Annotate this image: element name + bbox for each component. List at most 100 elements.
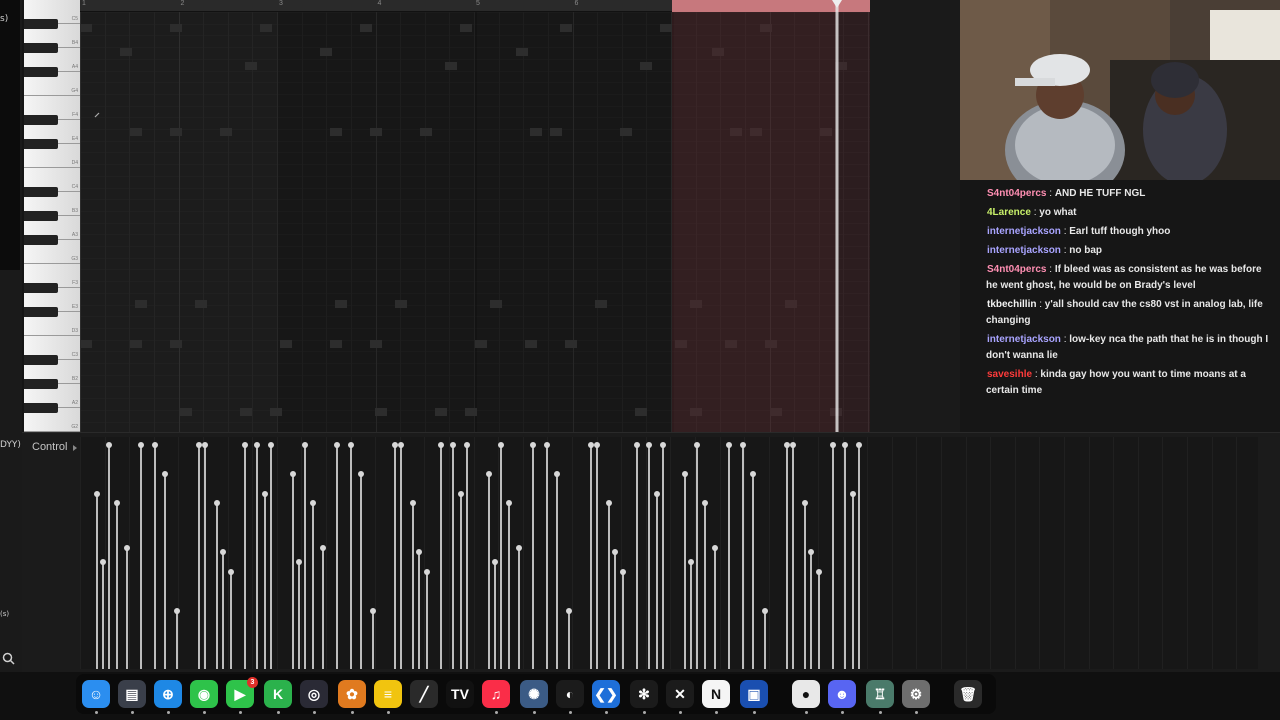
velocity-stem[interactable] — [162, 471, 168, 669]
velocity-stem[interactable] — [842, 441, 848, 669]
velocity-stem[interactable] — [100, 559, 106, 669]
velocity-stem[interactable] — [784, 441, 790, 669]
velocity-stem[interactable] — [554, 471, 560, 669]
black-key[interactable] — [24, 355, 58, 365]
velocity-stem[interactable] — [486, 471, 492, 669]
black-key[interactable] — [24, 187, 58, 197]
velocity-lane[interactable] — [80, 437, 1258, 669]
velocity-stem[interactable] — [262, 490, 268, 669]
chat-username[interactable]: S4nt04percs — [987, 188, 1046, 199]
midi-note[interactable] — [220, 128, 232, 136]
velocity-stem[interactable] — [688, 559, 694, 669]
velocity-stem[interactable] — [392, 441, 398, 669]
black-key[interactable] — [24, 211, 58, 221]
midi-note[interactable] — [240, 408, 252, 416]
midi-note[interactable] — [170, 340, 182, 348]
velocity-stem[interactable] — [348, 441, 354, 669]
velocity-stem[interactable] — [726, 441, 732, 669]
velocity-stem[interactable] — [124, 544, 130, 669]
velocity-stem[interactable] — [620, 569, 626, 669]
midi-note[interactable] — [320, 48, 332, 56]
velocity-stem[interactable] — [138, 441, 144, 669]
black-key[interactable] — [24, 115, 58, 125]
obs-icon[interactable]: ◎ — [300, 680, 328, 708]
music-icon[interactable]: ♫ — [482, 680, 510, 708]
chat-username[interactable]: internetjackson — [987, 334, 1061, 345]
pen-icon[interactable]: ╱ — [410, 680, 438, 708]
midi-note[interactable] — [335, 300, 347, 308]
midi-note[interactable] — [435, 408, 447, 416]
midi-note[interactable] — [180, 408, 192, 416]
velocity-stem[interactable] — [682, 471, 688, 669]
velocity-stem[interactable] — [320, 544, 326, 669]
black-key[interactable] — [24, 139, 58, 149]
black-key[interactable] — [24, 379, 58, 389]
midi-note[interactable] — [640, 62, 652, 70]
playhead[interactable] — [835, 0, 839, 432]
files-icon[interactable]: ▤ — [118, 680, 146, 708]
velocity-stem[interactable] — [458, 490, 464, 669]
velocity-stem[interactable] — [594, 441, 600, 669]
chat-username[interactable]: tkbechillin — [987, 299, 1036, 310]
velocity-stem[interactable] — [816, 569, 822, 669]
velocity-stem[interactable] — [228, 569, 234, 669]
midi-note[interactable] — [635, 408, 647, 416]
midi-note[interactable] — [170, 128, 182, 136]
velocity-stem[interactable] — [660, 441, 666, 669]
velocity-stem[interactable] — [290, 471, 296, 669]
midi-note[interactable] — [490, 300, 502, 308]
midi-note[interactable] — [170, 24, 182, 32]
midi-note[interactable] — [420, 128, 432, 136]
midi-note[interactable] — [595, 300, 607, 308]
chrome-icon[interactable]: ● — [792, 680, 820, 708]
midi-note[interactable] — [360, 24, 372, 32]
velocity-stem[interactable] — [358, 471, 364, 669]
velocity-stem[interactable] — [310, 500, 316, 669]
velocity-stem[interactable] — [498, 441, 504, 669]
velocity-stem[interactable] — [544, 441, 550, 669]
finder-icon[interactable]: ☺ — [82, 680, 110, 708]
velocity-stem[interactable] — [694, 441, 700, 669]
velocity-stem[interactable] — [302, 441, 308, 669]
davinci-icon[interactable]: ✺ — [520, 680, 548, 708]
velocity-stem[interactable] — [790, 441, 796, 669]
midi-note[interactable] — [130, 128, 142, 136]
midi-note[interactable] — [516, 48, 528, 56]
midi-note[interactable] — [280, 340, 292, 348]
midi-note[interactable] — [245, 62, 257, 70]
midi-note[interactable] — [120, 48, 132, 56]
discord-icon[interactable]: ☻ — [828, 680, 856, 708]
vscode-icon[interactable]: ❮❯ — [592, 680, 620, 708]
facetime-icon[interactable]: ▶ 3 — [226, 677, 258, 708]
black-key[interactable] — [24, 307, 58, 317]
velocity-stem[interactable] — [214, 500, 220, 669]
midi-note[interactable] — [460, 24, 472, 32]
velocity-stem[interactable] — [740, 441, 746, 669]
velocity-stem[interactable] — [588, 441, 594, 669]
velocity-stem[interactable] — [94, 490, 100, 669]
velocity-stem[interactable] — [268, 441, 274, 669]
velocity-stem[interactable] — [566, 608, 572, 669]
black-key[interactable] — [24, 235, 58, 245]
velocity-stem[interactable] — [808, 549, 814, 669]
velocity-stem[interactable] — [606, 500, 612, 669]
messages-icon[interactable]: ◉ — [190, 680, 218, 708]
velocity-stem[interactable] — [410, 500, 416, 669]
kontakt-icon[interactable]: K — [264, 680, 292, 708]
chat-username[interactable]: internetjackson — [987, 226, 1061, 237]
velocity-stem[interactable] — [646, 441, 652, 669]
github-icon[interactable]: ◐ — [556, 680, 584, 708]
velocity-stem[interactable] — [202, 441, 208, 669]
midi-note[interactable] — [525, 340, 537, 348]
velocity-stem[interactable] — [856, 441, 862, 669]
black-key[interactable] — [24, 67, 58, 77]
velocity-stem[interactable] — [506, 500, 512, 669]
velocity-stem[interactable] — [516, 544, 522, 669]
midi-note[interactable] — [80, 340, 92, 348]
velocity-stem[interactable] — [762, 608, 768, 669]
midi-note[interactable] — [370, 128, 382, 136]
trash-icon[interactable]: 🗑 — [954, 680, 982, 708]
notion-icon[interactable]: N — [702, 680, 730, 708]
velocity-stem[interactable] — [712, 544, 718, 669]
virtualbox-icon[interactable]: ▣ — [740, 680, 768, 708]
